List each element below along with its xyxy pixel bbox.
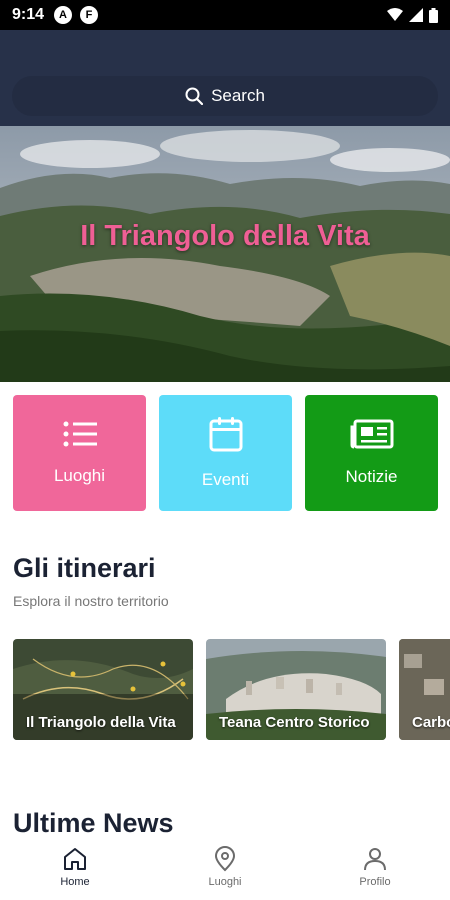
hero-banner[interactable]: Il Triangolo della Vita	[0, 126, 450, 382]
hero-landscape-image	[0, 126, 450, 382]
bottom-navigation: Home Luoghi Profilo	[0, 836, 450, 900]
wifi-icon	[387, 8, 403, 21]
tile-notizie-label: Notizie	[345, 467, 398, 486]
app-header: Search	[0, 30, 450, 126]
itinerari-subtitle: Esplora il nostro territorio	[13, 593, 169, 609]
itinerary-card-label: Teana Centro Storico	[219, 714, 370, 731]
tile-eventi-label: Eventi	[201, 470, 250, 489]
tile-luoghi[interactable]: Luoghi	[13, 395, 146, 511]
nav-luoghi-label: Luoghi	[208, 876, 242, 888]
tile-luoghi-label: Luoghi	[53, 466, 106, 485]
tile-eventi[interactable]: Eventi	[159, 395, 292, 511]
search-icon	[185, 87, 204, 105]
app-notification-icon: A	[54, 6, 73, 24]
nav-profilo-label: Profilo	[359, 876, 391, 888]
hero-title: Il Triangolo della Vita	[80, 220, 370, 252]
itinerary-card[interactable]: Teana Centro Storico	[206, 639, 386, 740]
itinerary-card[interactable]: Carbone Storico	[399, 639, 450, 740]
location-pin-icon	[214, 846, 236, 872]
status-bar: 9:14 A F	[0, 0, 450, 30]
app-notification-icon: F	[80, 6, 99, 24]
signal-icon	[409, 8, 423, 22]
user-icon	[364, 848, 386, 871]
nav-profilo[interactable]: Profilo	[300, 836, 450, 900]
tile-notizie[interactable]: Notizie	[305, 395, 438, 511]
calendar-icon	[209, 417, 242, 452]
news-title: Ultime News	[13, 808, 174, 838]
search-bar[interactable]: Search	[12, 76, 438, 116]
status-time: 9:14	[12, 6, 45, 23]
itinerari-title: Gli itinerari	[13, 553, 156, 583]
newspaper-icon	[350, 419, 393, 449]
nav-luoghi[interactable]: Luoghi	[150, 836, 300, 900]
itinerary-card-label: Il Triangolo della Vita	[26, 714, 176, 731]
itinerary-card-label: Carbone Storico	[412, 714, 450, 731]
nav-home-label: Home	[60, 876, 90, 888]
category-tiles: Luoghi Eventi Notizie	[13, 395, 438, 511]
list-icon	[63, 421, 97, 447]
battery-icon	[429, 7, 438, 23]
search-label: Search	[211, 86, 265, 105]
nav-home[interactable]: Home	[0, 836, 150, 900]
itinerary-card[interactable]: Il Triangolo della Vita	[13, 639, 193, 740]
home-icon	[64, 848, 86, 870]
itinerari-carousel[interactable]: Il Triangolo della Vita Teana Centro Sto…	[13, 639, 450, 741]
